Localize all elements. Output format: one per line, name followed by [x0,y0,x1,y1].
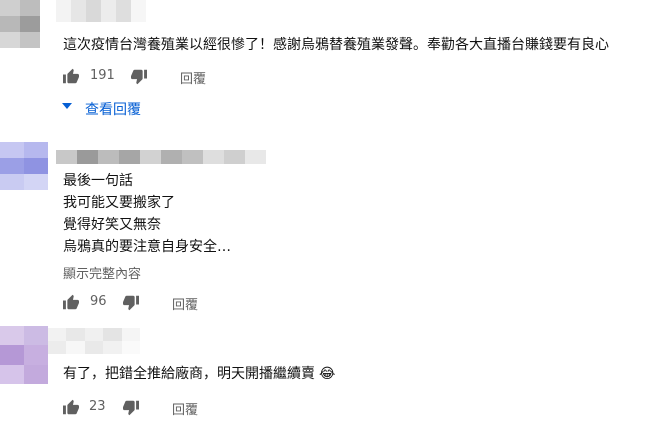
show-more-link[interactable]: 顯示完整內容 [63,263,141,282]
comment-line: 有了，把錯全推給廠商，明天開播繼續賣 [63,366,315,382]
comment-line: 我可能又要搬家了 [63,195,175,211]
like-count: 191 [90,68,115,83]
like-count: 96 [90,294,107,309]
avatar[interactable] [0,142,48,190]
reply-button[interactable]: 回覆 [180,68,206,87]
avatar[interactable] [0,0,40,48]
author-name-censored[interactable] [56,0,146,22]
avatar[interactable] [0,326,48,384]
thumbs-up-icon[interactable] [62,68,80,84]
laughing-emoji: 😂 [319,366,336,382]
comment-line: 這次疫情台灣養殖業以經很慘了！感謝烏鴉替養殖業發聲。奉勸各大直播台賺錢要有良心 [63,37,609,53]
like-count: 23 [89,399,106,414]
thumbs-down-icon[interactable] [122,295,140,311]
comment-line: 最後一句話 [63,173,133,189]
author-name-censored[interactable] [48,328,140,354]
thumbs-up-icon[interactable] [62,399,80,415]
comment-text: 有了，把錯全推給廠商，明天開播繼續賣 😂 [63,363,335,385]
comment-line: 烏鴉真的要注意自身安全… [63,239,231,255]
author-name-censored[interactable] [56,150,266,164]
comment-text: 最後一句話 我可能又要搬家了 覺得好笑又無奈 烏鴉真的要注意自身安全… [63,170,231,258]
comment-text: 這次疫情台灣養殖業以經很慘了！感謝烏鴉替養殖業發聲。奉勸各大直播台賺錢要有良心 [63,34,609,56]
thumbs-up-icon[interactable] [62,294,80,310]
comment-line: 覺得好笑又無奈 [63,217,161,233]
reply-button[interactable]: 回覆 [172,399,198,418]
view-replies-link[interactable]: 查看回覆 [85,99,141,119]
thumbs-down-icon[interactable] [122,400,140,416]
reply-button[interactable]: 回覆 [172,294,198,313]
thumbs-down-icon[interactable] [130,69,148,85]
caret-down-icon[interactable] [62,103,72,109]
